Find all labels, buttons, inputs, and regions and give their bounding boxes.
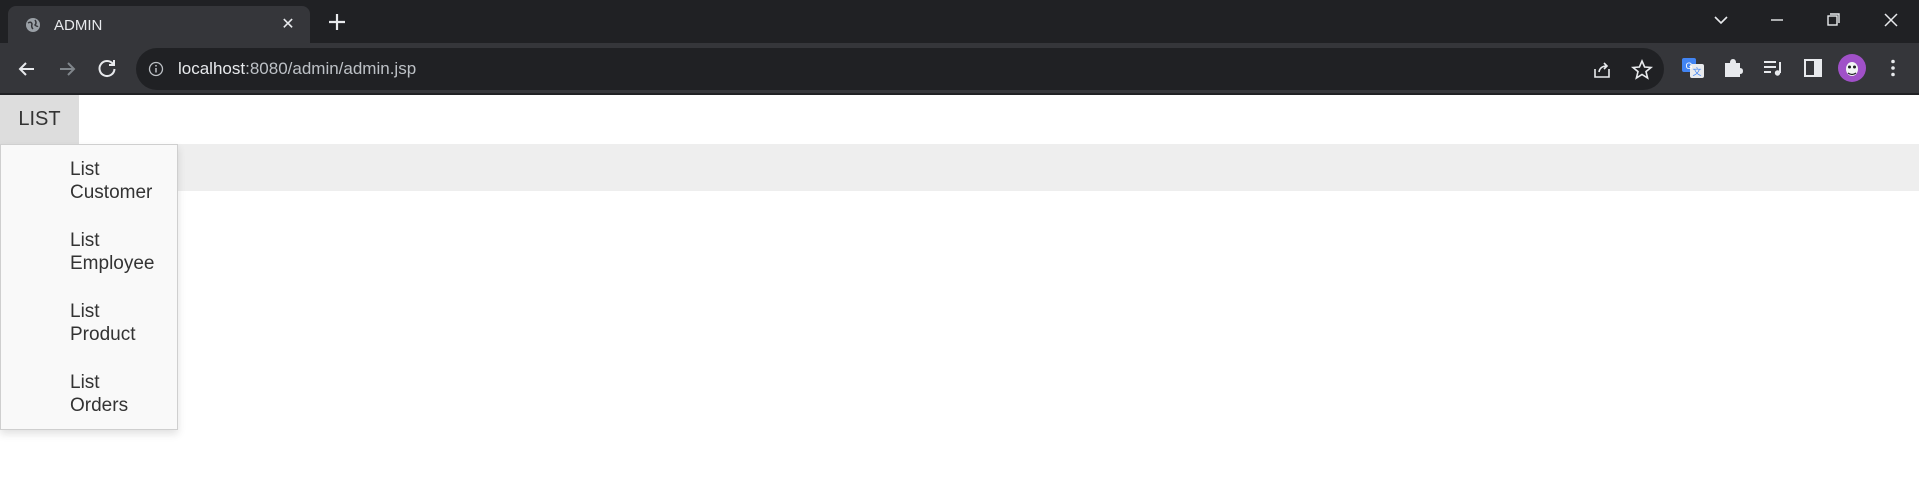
dropdown-item-list-product[interactable]: List Product — [70, 300, 175, 346]
dropdown-item-line1: List — [70, 230, 100, 251]
forward-arrow-icon[interactable] — [53, 55, 81, 83]
dropdown-item-list-customer[interactable]: List Customer — [70, 158, 175, 204]
url-text[interactable]: localhost:8080/admin/admin.jsp — [178, 59, 416, 79]
dropdown-item-line2: Customer — [70, 182, 153, 203]
list-dropdown-menu: List Customer List Employee List Product… — [0, 144, 178, 430]
url-host: localhost — [178, 59, 246, 78]
minimize-icon[interactable] — [1762, 8, 1792, 32]
kebab-menu-icon[interactable] — [1880, 55, 1906, 81]
side-panel-icon[interactable] — [1800, 55, 1826, 81]
window-close-icon[interactable] — [1876, 8, 1906, 32]
top-navbar: LIST — [0, 95, 1919, 144]
tab-search-icon[interactable] — [1706, 8, 1736, 32]
reload-icon[interactable] — [93, 55, 121, 83]
dropdown-item-line2: Employee — [70, 253, 155, 274]
list-menu-button[interactable]: LIST — [0, 95, 79, 144]
browser-titlebar: ADMIN ✕ — [0, 0, 1919, 43]
sub-navbar — [0, 144, 1919, 191]
star-icon[interactable] — [1630, 58, 1654, 82]
dropdown-item-list-orders[interactable]: List Orders — [70, 371, 175, 417]
dropdown-item-line1: List — [70, 372, 100, 393]
dropdown-item-line1: List — [70, 159, 100, 180]
profile-avatar-icon[interactable] — [1838, 54, 1866, 82]
dropdown-item-line2: Orders — [70, 395, 129, 416]
dropdown-item-list-employee[interactable]: List Employee — [70, 229, 175, 275]
restore-icon[interactable] — [1818, 8, 1848, 32]
tab-title: ADMIN — [54, 17, 103, 34]
browser-tab[interactable]: ADMIN ✕ — [8, 6, 310, 43]
dropdown-item-line2: Product — [70, 324, 136, 345]
plus-icon[interactable] — [324, 9, 350, 35]
url-path: :8080/admin/admin.jsp — [245, 59, 417, 78]
globe-icon — [26, 18, 40, 32]
info-icon[interactable] — [148, 61, 164, 77]
media-queue-icon[interactable] — [1760, 55, 1786, 81]
dropdown-item-line1: List — [70, 301, 100, 322]
puzzle-icon[interactable] — [1720, 55, 1746, 81]
share-icon[interactable] — [1590, 58, 1614, 82]
close-icon[interactable]: ✕ — [278, 15, 298, 35]
back-arrow-icon[interactable] — [13, 55, 41, 83]
avatar-face-icon — [1846, 62, 1858, 76]
translate-icon[interactable]: G 文 — [1680, 55, 1706, 81]
address-bar[interactable]: localhost:8080/admin/admin.jsp — [136, 48, 1664, 90]
page-content: LIST List Customer List Employee List Pr… — [0, 95, 1919, 502]
svg-text:G: G — [1685, 61, 1692, 71]
svg-text:文: 文 — [1692, 66, 1701, 77]
